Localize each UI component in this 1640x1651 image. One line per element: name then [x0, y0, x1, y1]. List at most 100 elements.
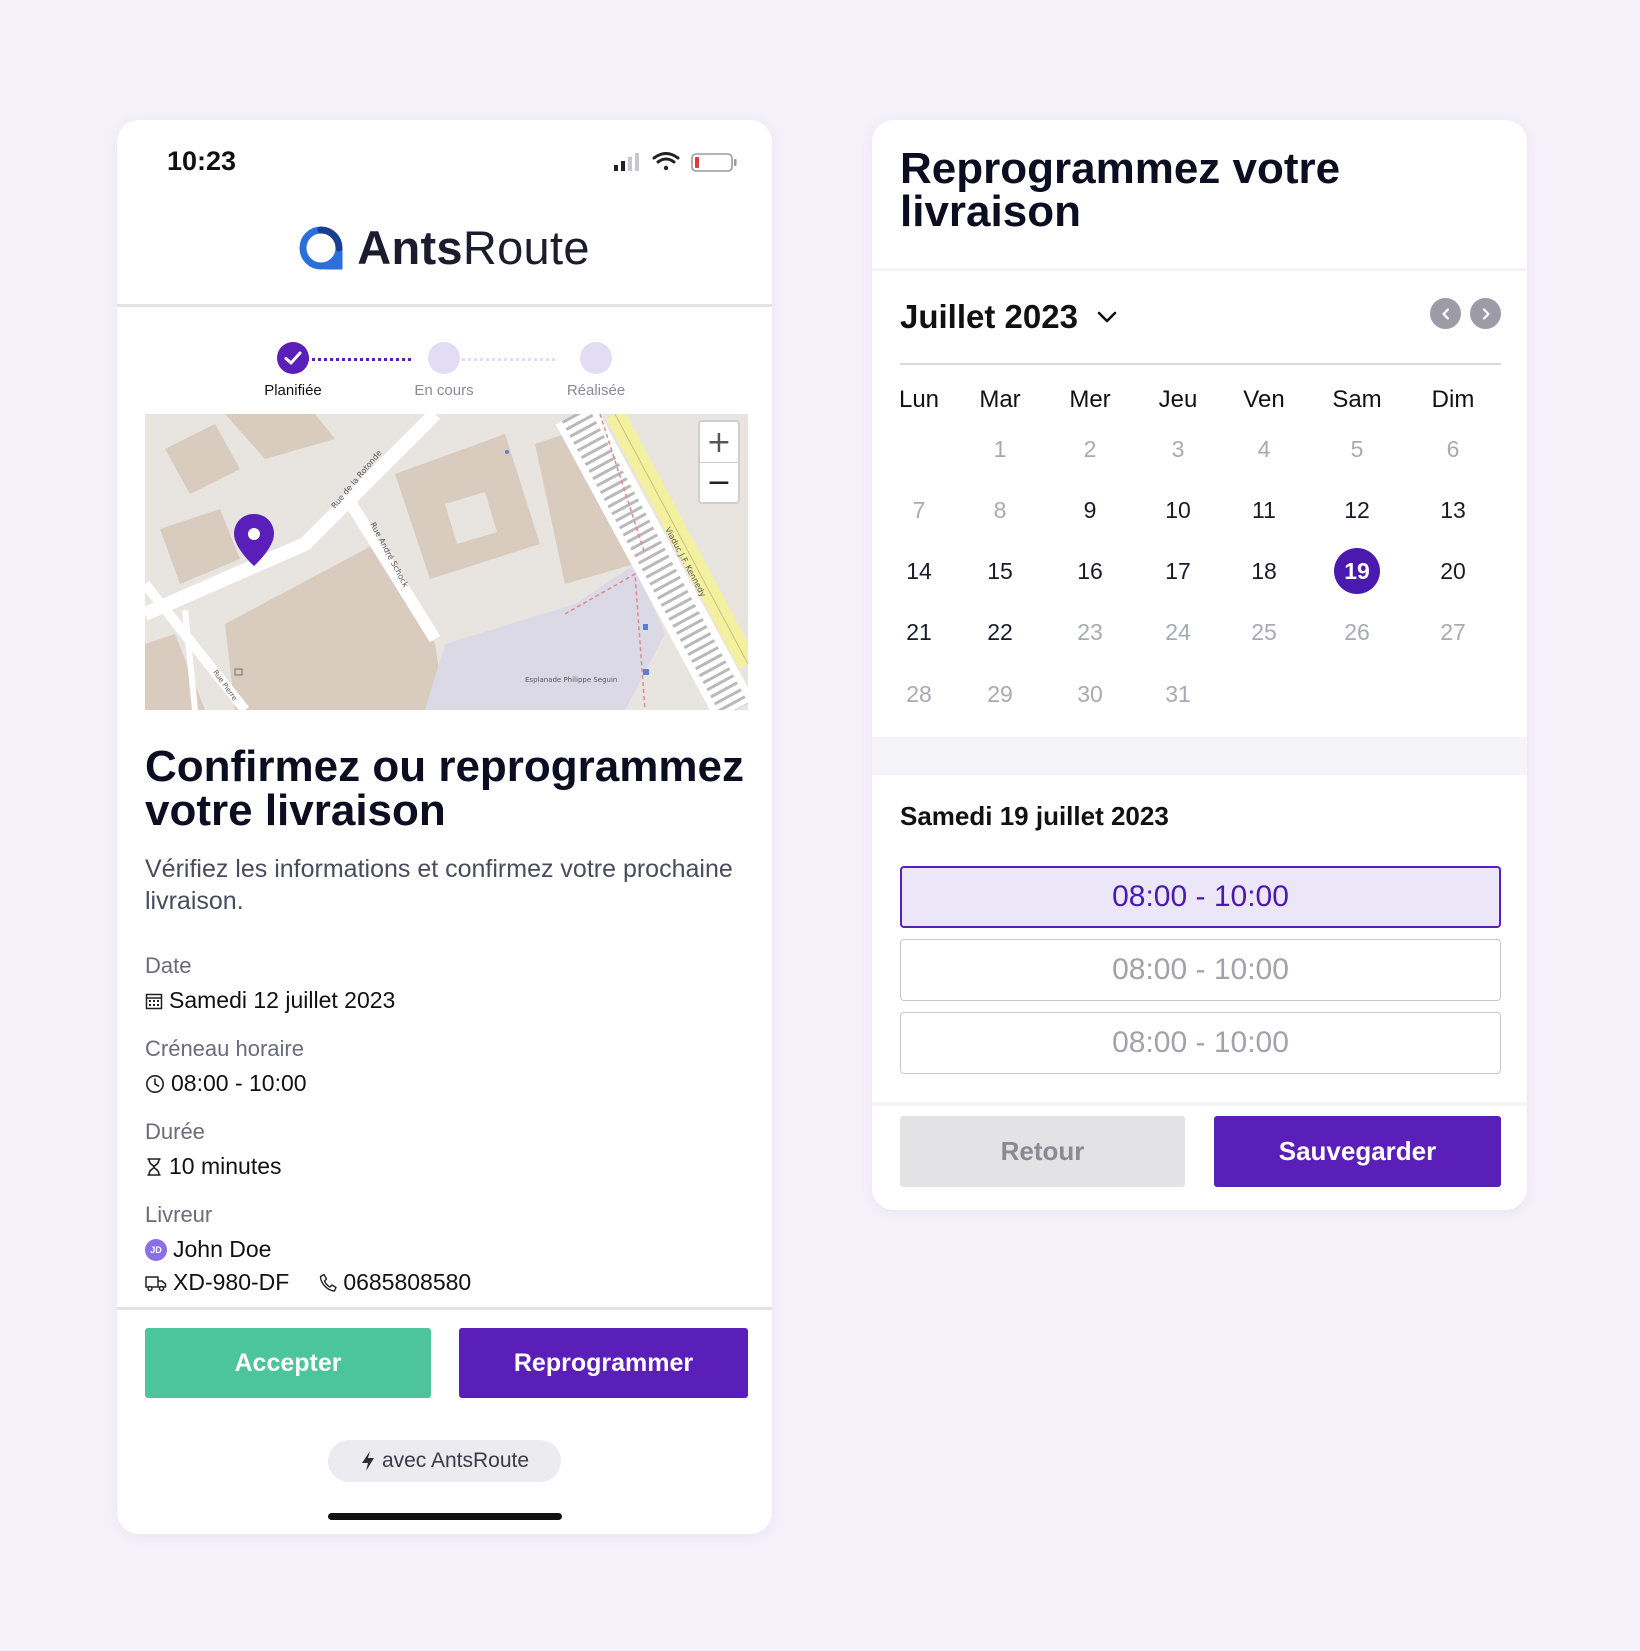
next-month-button[interactable]: [1470, 298, 1501, 329]
calendar-day: 26: [1344, 618, 1370, 645]
signal-icon: [614, 153, 639, 171]
time-slot-option[interactable]: 08:00 - 10:00: [900, 1012, 1501, 1074]
header-divider: [117, 304, 772, 307]
calendar-day[interactable]: 22: [977, 609, 1023, 655]
lightning-icon: [361, 1451, 374, 1471]
month-selector[interactable]: Juillet 2023: [900, 298, 1118, 336]
wifi-icon: [652, 152, 680, 171]
driver-name: John Doe: [173, 1236, 272, 1262]
delivery-map[interactable]: Rue de la Rotonde Rue André Schock Viadu…: [145, 414, 748, 710]
calendar-day-selected[interactable]: 19: [1334, 548, 1380, 594]
hourglass-icon: [147, 1157, 161, 1176]
truck-icon: [145, 1275, 167, 1291]
driver-label: Livreur: [145, 1202, 213, 1227]
weekday-label: Lun: [898, 386, 940, 413]
logo-text-bold: Ants: [357, 221, 463, 274]
step-in-progress-dot: [428, 342, 460, 374]
calendar-day: 28: [906, 680, 932, 707]
antsroute-logo: AntsRoute: [117, 220, 772, 290]
calendar-day[interactable]: 9: [1067, 487, 1113, 533]
calendar-day: 7: [912, 496, 926, 523]
zoom-in-button[interactable]: +: [700, 422, 738, 462]
weekday-label: Ven: [1243, 386, 1285, 413]
slot-label: Créneau horaire: [145, 1036, 304, 1061]
step-label-planned: Planifiée: [264, 382, 322, 399]
calendar-day[interactable]: 18: [1241, 548, 1287, 594]
calendar-day: 6: [1446, 435, 1460, 462]
time-slot-section: Samedi 19 juillet 2023 08:00 - 10:00 08:…: [872, 775, 1527, 1102]
map-zoom-control: + −: [698, 420, 740, 504]
info-date: Date Samedi 12 juillet 2023: [145, 953, 745, 1014]
time-slot-option[interactable]: 08:00 - 10:00: [900, 939, 1501, 1001]
calendar-divider: [900, 363, 1501, 365]
calendar-day: 23: [1077, 618, 1103, 645]
home-indicator[interactable]: [328, 1513, 562, 1520]
calendar: Juillet 2023 Lun Mar Mer Jeu Ven Sam Dim 12345…: [872, 271, 1527, 737]
info-time-slot: Créneau horaire 08:00 - 10:00: [145, 1036, 745, 1097]
duration-label: Durée: [145, 1119, 205, 1144]
step-label-done: Réalisée: [566, 382, 626, 399]
weekday-label: Sam: [1332, 386, 1382, 413]
calendar-day: 24: [1165, 618, 1191, 645]
calendar-day: 5: [1350, 435, 1364, 462]
status-time: 10:23: [167, 146, 237, 176]
calendar-day: 2: [1083, 435, 1097, 462]
calendar-day: 3: [1171, 435, 1185, 462]
calendar-day[interactable]: 11: [1241, 487, 1287, 533]
chevron-left-icon: [1441, 307, 1449, 320]
step-label-in-progress: En cours: [414, 382, 474, 399]
step-connector-1: [299, 358, 411, 361]
date-value: Samedi 12 juillet 2023: [169, 987, 396, 1013]
step-planned-check-icon: [277, 342, 309, 374]
calendar-day[interactable]: 12: [1334, 487, 1380, 533]
calendar-day[interactable]: 17: [1155, 548, 1201, 594]
status-bar: 10:23: [117, 120, 772, 200]
time-slot-option[interactable]: 08:00 - 10:00: [900, 866, 1501, 928]
calendar-day: 27: [1440, 618, 1466, 645]
delivery-confirmation-screen: 10:23 AntsRoute Planifiée En cours Réali…: [117, 120, 772, 1534]
weekday-label: Dim: [1431, 386, 1475, 413]
month-label: Juillet 2023: [900, 298, 1078, 335]
powered-by-badge[interactable]: avec AntsRoute: [328, 1440, 561, 1482]
calendar-day[interactable]: 15: [977, 548, 1023, 594]
delivery-progress-stepper: Planifiée En cours Réalisée: [117, 342, 772, 412]
reschedule-footer: Retour Sauvegarder: [872, 1106, 1527, 1210]
reschedule-button[interactable]: Reprogrammer: [459, 1328, 748, 1398]
weekday-label: Mar: [979, 386, 1021, 413]
page-title: Confirmez ou reprogrammez votre livraiso…: [145, 742, 744, 835]
calendar-day[interactable]: 20: [1430, 548, 1476, 594]
calendar-day: 8: [993, 496, 1007, 523]
page-subtitle: Vérifiez les informations et confirmez v…: [145, 855, 733, 915]
calendar-day: 31: [1165, 680, 1191, 707]
calendar-icon: [145, 993, 163, 1009]
chevron-down-icon: [1097, 311, 1117, 323]
calendar-day[interactable]: 10: [1155, 487, 1201, 533]
calendar-day[interactable]: 21: [896, 609, 942, 655]
calendar-day[interactable]: 13: [1430, 487, 1476, 533]
zoom-out-button[interactable]: −: [700, 462, 738, 502]
battery-icon: [691, 153, 737, 172]
reschedule-panel: Reprogrammez votre livraison Juillet 202…: [872, 120, 1527, 1210]
step-done-dot: [580, 342, 612, 374]
info-duration: Durée 10 minutes: [145, 1119, 745, 1180]
accept-button[interactable]: Accepter: [145, 1328, 431, 1398]
calendar-day[interactable]: 14: [896, 548, 942, 594]
calendar-day: 25: [1251, 618, 1277, 645]
footer-divider: [117, 1307, 772, 1310]
weekday-label: Mer: [1069, 386, 1111, 413]
location-pin-icon: [234, 514, 274, 566]
vehicle-plate: XD-980-DF: [173, 1269, 290, 1295]
driver-phone[interactable]: 0685808580: [343, 1269, 471, 1296]
save-button[interactable]: Sauvegarder: [1214, 1116, 1501, 1187]
weekday-label: Jeu: [1158, 386, 1198, 413]
antsroute-logo-icon: [299, 226, 343, 269]
slot-value: 08:00 - 10:00: [171, 1070, 307, 1096]
driver-avatar: JD: [145, 1238, 167, 1261]
calendar-day[interactable]: 16: [1067, 548, 1113, 594]
back-button[interactable]: Retour: [900, 1116, 1185, 1187]
previous-month-button[interactable]: [1430, 298, 1461, 329]
reschedule-title: Reprogrammez votre livraison: [900, 144, 1341, 236]
duration-value: 10 minutes: [169, 1153, 282, 1179]
map-place-label: Esplanade Philippe Seguin: [525, 676, 617, 684]
phone-icon: [320, 1273, 338, 1292]
